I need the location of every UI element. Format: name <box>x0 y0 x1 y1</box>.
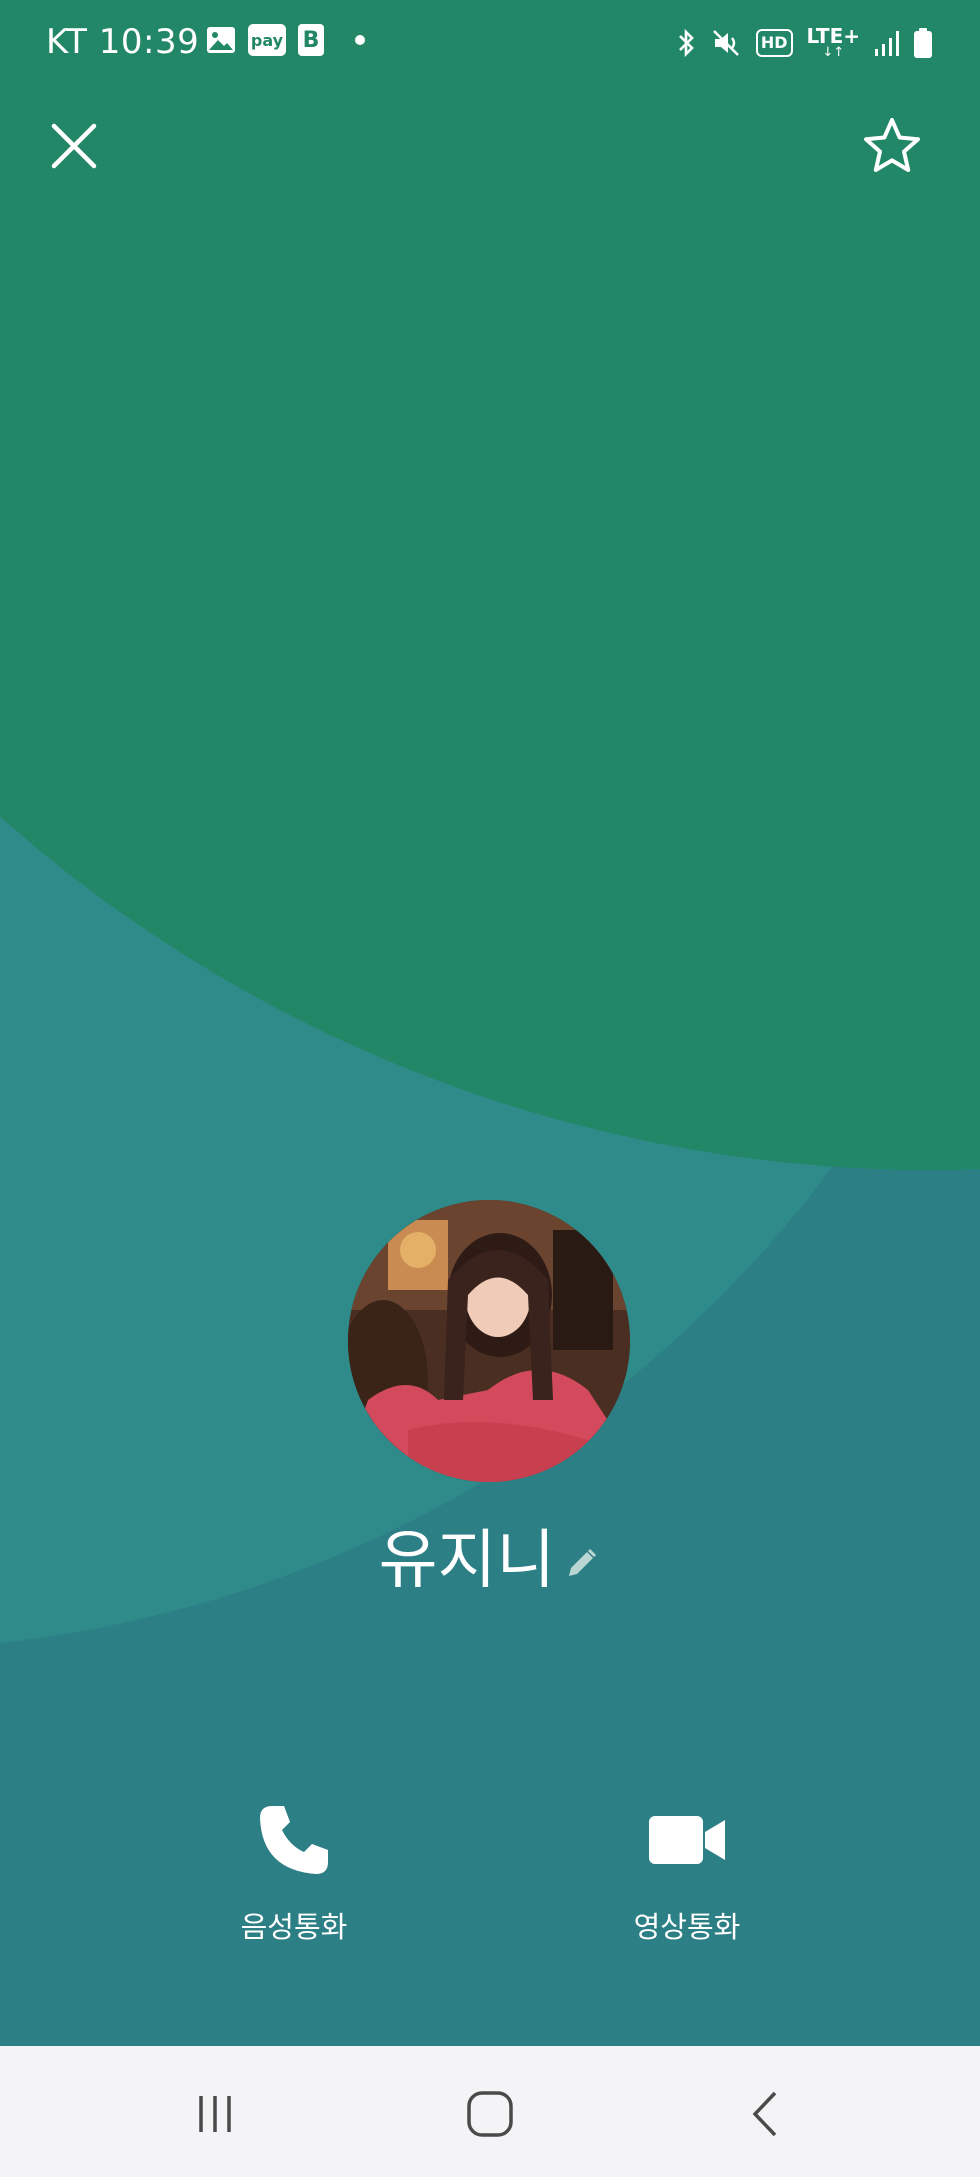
gallery-icon <box>206 26 236 54</box>
voice-call-button[interactable]: 음성통화 <box>164 1800 424 1946</box>
video-call-button[interactable]: 영상통화 <box>557 1800 817 1946</box>
close-icon <box>46 118 102 178</box>
signal-icon <box>874 29 900 57</box>
video-camera-icon <box>647 1800 727 1884</box>
back-button[interactable] <box>730 2086 800 2146</box>
recent-apps-button[interactable] <box>180 2086 250 2146</box>
lte-icon: LTE+ ↓↑ <box>806 24 861 60</box>
battery-icon <box>914 27 932 58</box>
pay-icon: pay <box>248 24 286 56</box>
system-navigation-bar <box>0 2046 980 2177</box>
hd-label: HD <box>760 33 788 52</box>
profile-photo[interactable] <box>348 1200 630 1482</box>
pencil-icon <box>561 1544 601 1588</box>
hd-icon: HD <box>755 28 793 57</box>
video-call-label: 영상통화 <box>633 1910 741 1944</box>
mute-icon <box>712 28 742 58</box>
favorite-button[interactable] <box>860 114 924 178</box>
close-button[interactable] <box>46 118 102 174</box>
recent-apps-icon <box>193 2092 237 2140</box>
notification-icons: pay B <box>206 24 366 56</box>
lte-label: LTE+ <box>806 24 861 48</box>
b-app-icon: B <box>298 24 324 56</box>
profile-name: 유지니 <box>378 1524 556 1598</box>
carrier-time: KT 10:39 <box>46 22 200 62</box>
edit-name-button[interactable] <box>561 1544 601 1584</box>
profile-background <box>0 0 980 2177</box>
phone-icon <box>254 1800 334 1884</box>
system-icons: HD LTE+ ↓↑ <box>674 26 932 59</box>
back-icon <box>745 2089 785 2143</box>
profile-name-row: 유지니 <box>0 1510 980 1600</box>
voice-call-label: 음성통화 <box>240 1910 348 1944</box>
bluetooth-icon <box>674 28 698 58</box>
pay-label: pay <box>250 30 284 50</box>
dot-icon <box>354 34 366 46</box>
star-outline-icon <box>860 114 924 182</box>
home-icon <box>465 2089 515 2143</box>
home-button[interactable] <box>455 2086 525 2146</box>
status-bar: KT 10:39 pay B HD LTE+ ↓↑ <box>0 0 980 90</box>
b-label: B <box>302 27 320 53</box>
